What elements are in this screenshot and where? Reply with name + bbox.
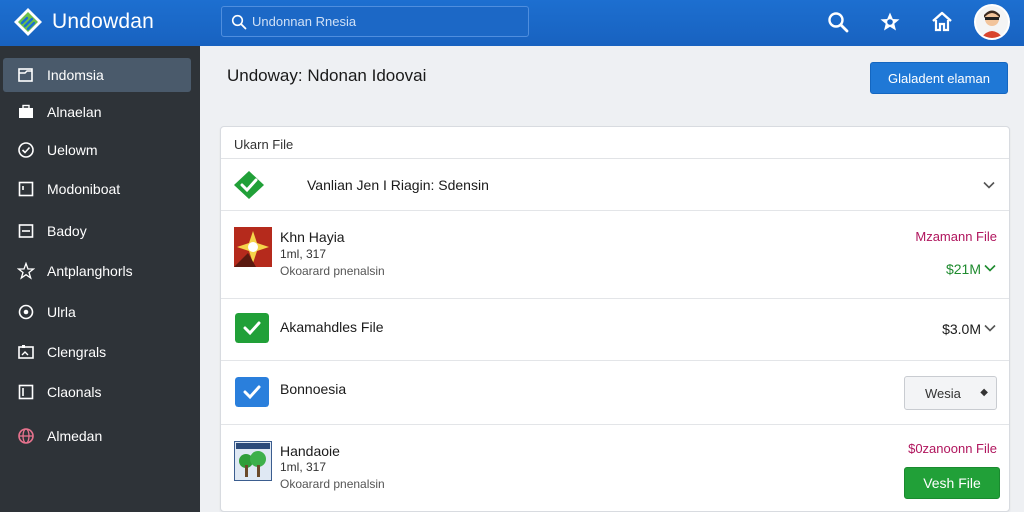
sidebar-item-label: Modoniboat: [47, 181, 121, 197]
sidebar-item-label: Clengrals: [47, 344, 107, 360]
top-bar: Undowdan: [0, 0, 1024, 46]
briefcase-icon: [19, 104, 33, 118]
check-badge-icon: [234, 171, 264, 199]
sidebar-item-antplanghorls[interactable]: Antplanghorls: [3, 254, 191, 288]
sidebar-item-label: Uelowm: [47, 142, 98, 158]
sidebar-item-uelowm[interactable]: Uelowm: [3, 133, 191, 167]
sidebar-item-clengrals[interactable]: Clengrals: [3, 335, 191, 369]
item-name: Vanlian Jen I Riagin: Sdensin: [307, 177, 489, 193]
file-type-label: Mzamann File: [915, 229, 997, 244]
sidebar-item-claonals[interactable]: Claonals: [3, 375, 191, 409]
sidebar-item-badoy[interactable]: Badoy: [3, 214, 191, 248]
sidebar-item-label: Claonals: [47, 384, 102, 400]
search-icon: [231, 14, 247, 30]
caret-right-icon: ◆: [980, 387, 988, 398]
file-thumbnail-icon: [234, 441, 272, 481]
item-description: Okoarard pnenalsin: [280, 477, 385, 491]
file-size: $21M: [945, 261, 981, 277]
card-header: Ukarn File: [221, 127, 1009, 159]
sidebar-item-ulrla[interactable]: Ulrla: [3, 295, 191, 329]
globe-icon: [18, 428, 34, 444]
search-input[interactable]: [252, 7, 522, 36]
sidebar-item-alnaelan[interactable]: Alnaelan: [3, 95, 191, 129]
item-name: Handaoie: [280, 443, 340, 459]
sidebar: Indomsia Alnaelan Uelowm Modoniboat Bado…: [0, 46, 200, 512]
primary-action-button[interactable]: Glaladent elaman: [870, 62, 1008, 94]
chevron-down-icon[interactable]: [983, 321, 997, 335]
item-action-button[interactable]: Vesh File: [904, 467, 1000, 499]
location-icon: [18, 304, 34, 320]
sidebar-item-indomsia[interactable]: Indomsia: [3, 58, 191, 92]
item-name: Khn Hayia: [280, 229, 345, 245]
list-item[interactable]: Vanlian Jen I Riagin: Sdensin: [221, 159, 1009, 211]
page-title: Undoway: Ndonan Idoovai: [227, 66, 427, 85]
search-icon[interactable]: [826, 10, 850, 34]
item-description: Okoarard pnenalsin: [280, 264, 385, 278]
sidebar-item-label: Badoy: [47, 223, 87, 239]
chevron-down-icon[interactable]: [983, 261, 997, 275]
chevron-down-icon[interactable]: [982, 178, 996, 192]
sidebar-item-label: Alnaelan: [47, 104, 102, 120]
item-name: Bonnoesia: [280, 381, 347, 397]
list-item[interactable]: Khn Hayia 1ml, 317 Okoarard pnenalsin Mz…: [221, 211, 1009, 299]
home-icon[interactable]: [930, 10, 954, 34]
sidebar-item-label: Ulrla: [47, 304, 76, 320]
window-icon: [18, 181, 34, 197]
list-item[interactable]: Akamahdles File $3.0M: [221, 299, 1009, 361]
item-action-label: Wesia: [925, 385, 961, 401]
file-type-label: $0zanoonn File: [908, 441, 997, 456]
star-icon: [17, 262, 35, 280]
sidebar-item-label: Antplanghorls: [47, 263, 133, 279]
sidebar-item-modoniboat[interactable]: Modoniboat: [3, 172, 191, 206]
app-title: Undowdan: [52, 10, 155, 33]
file-list-card: Ukarn File Vanlian Jen I Riagin: Sdensin…: [220, 126, 1010, 512]
item-meta: 1ml, 317: [280, 460, 327, 474]
logo-icon: [14, 8, 42, 36]
search-box[interactable]: [221, 6, 529, 37]
file-size: $3.0M: [942, 321, 981, 337]
image-icon: [18, 345, 34, 359]
item-meta: 1ml, 317: [280, 247, 327, 261]
checkbox-checked-icon[interactable]: [235, 313, 269, 343]
item-name: Akamahdles File: [280, 319, 384, 335]
user-avatar-icon: [976, 6, 1008, 38]
list-item[interactable]: Bonnoesia Wesia ◆: [221, 361, 1009, 425]
list-item[interactable]: Handaoie 1ml, 317 Okoarard pnenalsin $0z…: [221, 425, 1009, 511]
star-icon[interactable]: [878, 10, 902, 34]
folder-icon: [18, 68, 33, 82]
card-title: Ukarn File: [234, 137, 294, 152]
sidebar-item-label: Almedan: [47, 428, 103, 444]
avatar[interactable]: [974, 4, 1010, 40]
sidebar-item-almedan[interactable]: Almedan: [3, 419, 191, 453]
export-icon: [18, 384, 34, 400]
check-circle-icon: [18, 142, 34, 158]
item-action-button[interactable]: Wesia ◆: [904, 376, 997, 410]
document-icon: [18, 224, 34, 238]
file-thumbnail-icon: [234, 227, 272, 267]
checkbox-checked-icon[interactable]: [235, 377, 269, 407]
sidebar-item-label: Indomsia: [47, 67, 104, 83]
